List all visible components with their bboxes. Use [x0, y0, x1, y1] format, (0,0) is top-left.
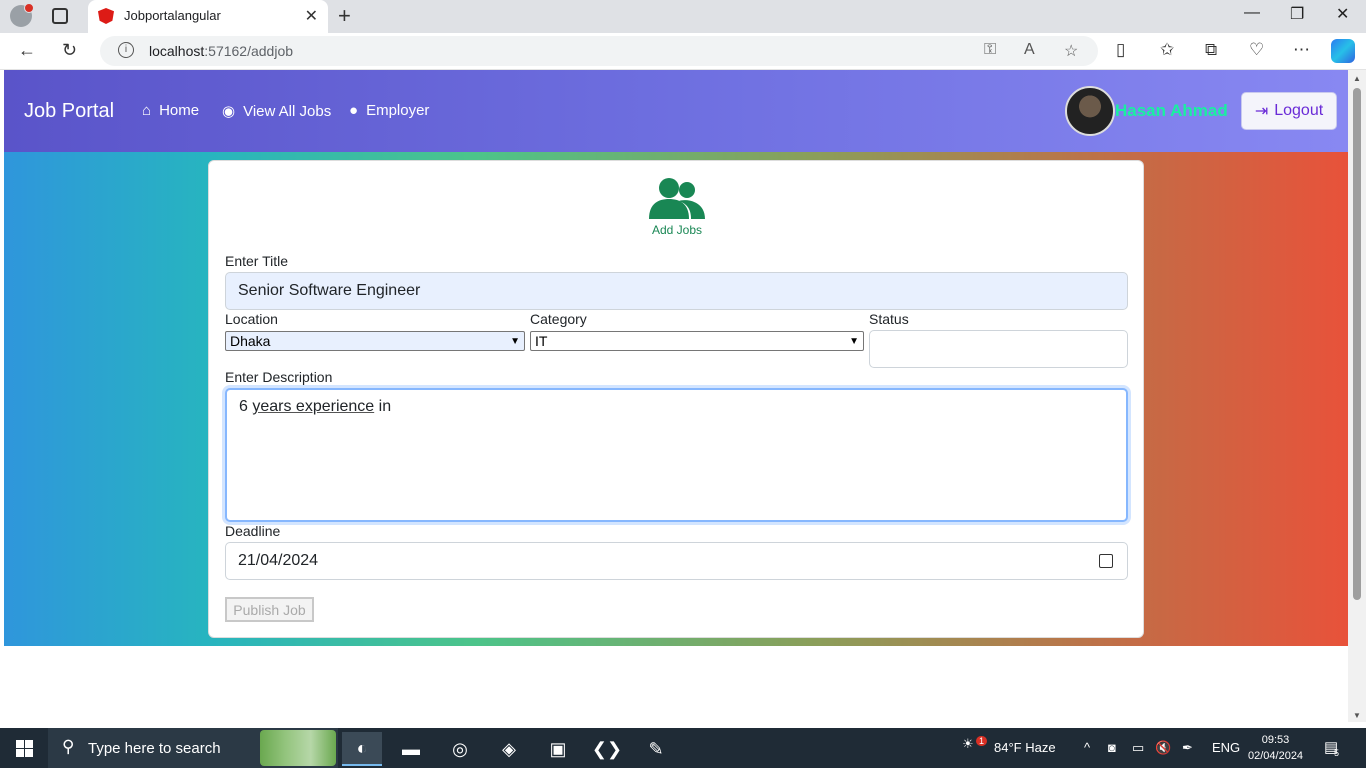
read-aloud-icon[interactable]: A: [1024, 41, 1035, 59]
sign-out-icon: ⇥: [1254, 103, 1269, 120]
url-text: localhost:57162/addjob: [149, 43, 294, 59]
status-input[interactable]: [869, 330, 1128, 368]
intellij-app-icon[interactable]: ▣: [538, 732, 578, 766]
network-icon[interactable]: ▭: [1132, 740, 1144, 756]
language-indicator[interactable]: ENG: [1212, 740, 1240, 755]
close-tab-icon[interactable]: ✕: [305, 6, 318, 26]
show-hidden-icons-icon[interactable]: ^: [1084, 740, 1090, 755]
vscode-app-icon[interactable]: ❮❯: [587, 732, 627, 766]
avatar[interactable]: [1065, 86, 1115, 136]
windows-start-icon[interactable]: [16, 740, 33, 757]
profile-icon[interactable]: [10, 3, 34, 27]
new-tab-icon[interactable]: +: [338, 3, 351, 29]
nav-employer-link[interactable]: ● Employer: [349, 102, 429, 119]
search-placeholder: Type here to search: [88, 740, 221, 757]
pen-icon[interactable]: ✒: [1182, 740, 1193, 756]
home-icon: ⌂: [142, 102, 152, 119]
browser-tab[interactable]: Jobportalangular ✕: [88, 0, 328, 33]
refresh-icon[interactable]: ↻: [62, 40, 77, 61]
site-navbar: Job Portal ⌂ Home ◉ View All Jobs ● Empl…: [4, 70, 1348, 152]
chevron-down-icon: ▼: [849, 335, 859, 347]
favorites-icon[interactable]: ✩: [1160, 40, 1174, 60]
copilot-icon[interactable]: [1331, 39, 1355, 63]
publish-job-button[interactable]: Publish Job: [225, 597, 314, 622]
scrollbar-thumb[interactable]: [1353, 88, 1361, 600]
scroll-up-icon[interactable]: ▲: [1353, 74, 1361, 83]
performance-icon[interactable]: ♡: [1249, 40, 1264, 60]
location-label: Location: [225, 311, 278, 327]
chevron-down-icon: ▼: [510, 335, 520, 347]
split-screen-icon[interactable]: ▯: [1116, 40, 1125, 60]
description-label: Enter Description: [225, 369, 333, 385]
site-info-icon[interactable]: i: [118, 42, 134, 58]
restore-icon[interactable]: ❐: [1290, 4, 1304, 24]
key-icon[interactable]: ⚿: [984, 41, 996, 59]
tab-title: Jobportalangular: [124, 8, 221, 23]
paint-app-icon[interactable]: ✎: [636, 732, 676, 766]
browser-toolbar: ← ↻ i localhost:57162/addjob ⚿ A ☆ ▯ ✩ ⧉…: [0, 33, 1366, 70]
nav-home-link[interactable]: ⌂ Home: [142, 102, 199, 119]
title-input[interactable]: Senior Software Engineer: [225, 272, 1128, 310]
category-select[interactable]: IT ▼: [530, 331, 864, 351]
angular-favicon-icon: [98, 8, 114, 24]
file-explorer-app-icon[interactable]: ▬: [391, 732, 431, 766]
brand-link[interactable]: Job Portal: [24, 100, 114, 123]
windows-taskbar: ⚲ Type here to search ◐ ▬ ◎ ◈ ▣ ❮❯ ✎ ☀ 1…: [0, 728, 1366, 768]
search-icon: ⚲: [62, 737, 75, 756]
title-label: Enter Title: [225, 253, 289, 269]
username: Hasan Ahmad: [1115, 101, 1228, 120]
deadline-label: Deadline: [225, 523, 281, 539]
calendar-icon[interactable]: [1099, 554, 1113, 568]
scroll-down-icon[interactable]: ▼: [1353, 711, 1361, 720]
description-textarea[interactable]: 6 years experience in: [225, 388, 1128, 522]
deadline-date-input[interactable]: 21/04/2024: [225, 542, 1128, 580]
eye-icon: ◉: [222, 103, 236, 120]
edge-app-icon[interactable]: ◐: [342, 732, 382, 766]
chrome-app-icon[interactable]: ◎: [440, 732, 480, 766]
category-label: Category: [530, 311, 587, 327]
taskbar-search[interactable]: ⚲ Type here to search: [48, 728, 338, 768]
more-menu-icon[interactable]: ⋯: [1293, 40, 1310, 60]
weather-icon[interactable]: ☀: [962, 736, 974, 752]
app-installer-icon[interactable]: ◈: [489, 732, 529, 766]
minimize-icon[interactable]: —: [1244, 4, 1260, 22]
address-bar[interactable]: i localhost:57162/addjob ⚿ A ☆: [100, 36, 1098, 66]
location-select[interactable]: Dhaka ▼: [225, 331, 525, 351]
add-job-card: Add Jobs Enter Title Senior Software Eng…: [208, 160, 1144, 638]
back-icon[interactable]: ←: [18, 40, 36, 61]
nav-view-all-jobs-link[interactable]: ◉ View All Jobs: [222, 102, 331, 121]
user-icon: ●: [349, 102, 359, 119]
search-highlight-image: [260, 730, 336, 766]
browser-tab-bar: Jobportalangular ✕ + — ❐ ✕: [0, 0, 1366, 33]
collections-icon[interactable]: ⧉: [1205, 40, 1217, 60]
logout-button[interactable]: ⇥ Logout: [1241, 92, 1337, 130]
weather-badge: 1: [976, 736, 988, 746]
users-icon: [649, 178, 705, 219]
notification-count: 5: [1334, 748, 1340, 758]
page-scrollbar[interactable]: ▲ ▼: [1348, 70, 1366, 722]
taskbar-clock[interactable]: 09:53 02/04/2024: [1248, 732, 1303, 764]
status-label: Status: [869, 311, 909, 327]
tab-actions-icon[interactable]: [52, 8, 68, 24]
add-jobs-heading: Add Jobs: [651, 223, 703, 237]
page-viewport: Job Portal ⌂ Home ◉ View All Jobs ● Empl…: [4, 70, 1348, 722]
close-window-icon[interactable]: ✕: [1336, 4, 1349, 24]
favorite-star-icon[interactable]: ☆: [1064, 41, 1078, 61]
meet-now-icon[interactable]: ◙: [1108, 740, 1116, 755]
volume-muted-icon[interactable]: 🔇: [1155, 740, 1171, 756]
weather-text[interactable]: 84°F Haze: [994, 740, 1056, 755]
